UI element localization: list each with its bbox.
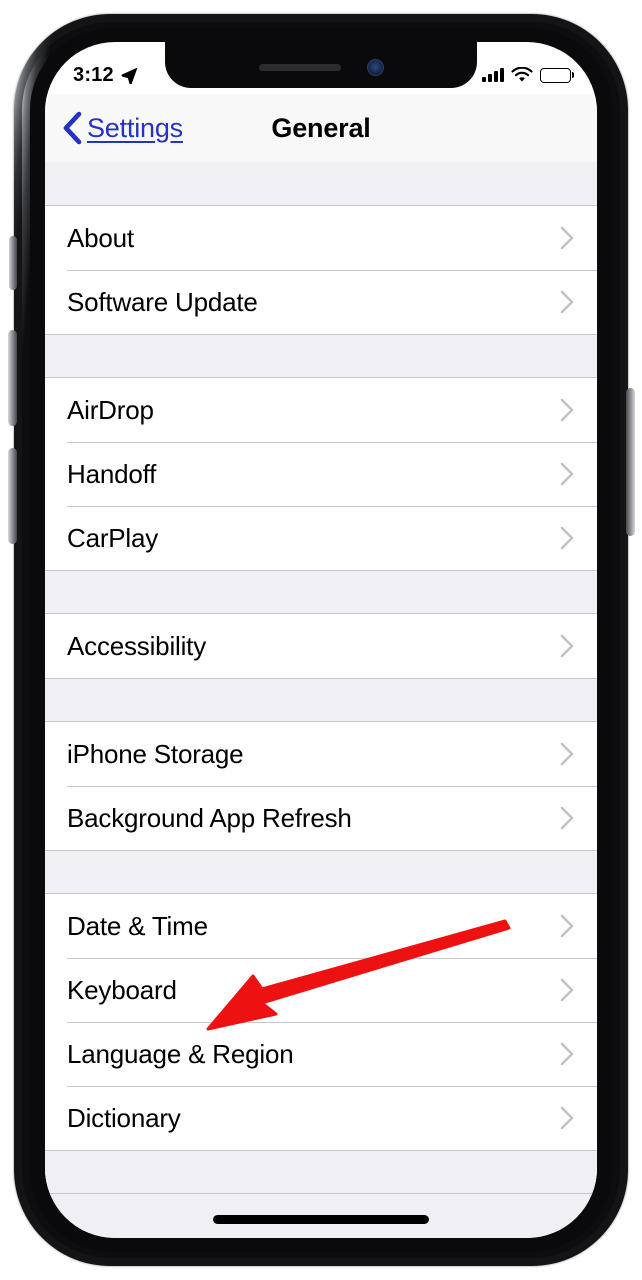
- settings-row-airdrop[interactable]: AirDrop: [45, 378, 597, 442]
- chevron-right-icon: [560, 806, 574, 830]
- status-bar-right: [482, 67, 571, 83]
- settings-row-language-and-region[interactable]: Language & Region: [45, 1022, 597, 1086]
- settings-group-1: About Software Update: [45, 206, 597, 334]
- row-label: Date & Time: [67, 910, 208, 941]
- chevron-right-icon: [560, 462, 574, 486]
- home-indicator[interactable]: [213, 1215, 429, 1224]
- back-button[interactable]: Settings: [61, 111, 183, 145]
- display-notch: [165, 42, 477, 88]
- chevron-right-icon: [560, 634, 574, 658]
- settings-row-background-app-refresh[interactable]: Background App Refresh: [45, 786, 597, 850]
- navigation-bar: Settings General: [45, 94, 597, 162]
- settings-group-4: iPhone Storage Background App Refresh: [45, 722, 597, 850]
- group-spacer: [45, 162, 597, 206]
- volume-up-button[interactable]: [8, 330, 17, 426]
- screenshot-root: 3:12 Settings General About Software Upd…: [0, 0, 642, 1280]
- chevron-right-icon: [560, 1106, 574, 1130]
- wifi-icon: [511, 67, 533, 82]
- settings-table[interactable]: About Software Update AirDrop Handoff Ca…: [45, 162, 597, 1238]
- settings-group-5: Date & Time Keyboard Language & Region D…: [45, 894, 597, 1150]
- phone-screen: 3:12 Settings General About Software Upd…: [45, 42, 597, 1238]
- group-spacer-bottom: [45, 1150, 597, 1194]
- settings-row-dictionary[interactable]: Dictionary: [45, 1086, 597, 1150]
- row-label: Software Update: [67, 286, 258, 317]
- earpiece-speaker-icon: [258, 63, 341, 71]
- settings-group-3: Accessibility: [45, 614, 597, 678]
- row-label: AirDrop: [67, 394, 154, 425]
- row-label: About: [67, 222, 134, 253]
- status-bar-time: 3:12: [73, 63, 114, 86]
- chevron-right-icon: [560, 526, 574, 550]
- chevron-right-icon: [560, 742, 574, 766]
- group-spacer: [45, 850, 597, 894]
- chevron-right-icon: [560, 978, 574, 1002]
- row-label: CarPlay: [67, 522, 159, 553]
- battery-icon: [540, 67, 571, 83]
- row-label: Background App Refresh: [67, 802, 352, 833]
- chevron-right-icon: [560, 226, 574, 250]
- settings-row-keyboard[interactable]: Keyboard: [45, 958, 597, 1022]
- group-spacer: [45, 570, 597, 614]
- group-spacer: [45, 678, 597, 722]
- row-label: Accessibility: [67, 630, 206, 661]
- chevron-right-icon: [560, 398, 574, 422]
- row-label: Keyboard: [67, 974, 177, 1005]
- row-label: Handoff: [67, 458, 157, 489]
- back-button-label: Settings: [87, 112, 183, 143]
- chevron-right-icon: [560, 1042, 574, 1066]
- silent-switch-button[interactable]: [9, 236, 17, 290]
- cellular-signal-icon: [482, 68, 504, 82]
- chevron-left-icon: [63, 111, 82, 145]
- chevron-right-icon: [560, 914, 574, 938]
- settings-row-carplay[interactable]: CarPlay: [45, 506, 597, 570]
- side-power-button[interactable]: [626, 388, 635, 536]
- settings-row-iphone-storage[interactable]: iPhone Storage: [45, 722, 597, 786]
- volume-down-button[interactable]: [8, 448, 17, 544]
- settings-row-date-and-time[interactable]: Date & Time: [45, 894, 597, 958]
- group-spacer: [45, 334, 597, 378]
- location-arrow-icon: [121, 67, 138, 84]
- settings-group-2: AirDrop Handoff CarPlay: [45, 378, 597, 570]
- row-label: Language & Region: [67, 1038, 294, 1069]
- row-label: iPhone Storage: [67, 738, 244, 769]
- settings-row-accessibility[interactable]: Accessibility: [45, 614, 597, 678]
- settings-row-software-update[interactable]: Software Update: [45, 270, 597, 334]
- settings-row-about[interactable]: About: [45, 206, 597, 270]
- chevron-right-icon: [560, 290, 574, 314]
- settings-row-handoff[interactable]: Handoff: [45, 442, 597, 506]
- row-label: Dictionary: [67, 1102, 181, 1133]
- front-camera-icon: [366, 58, 384, 76]
- status-bar-left: 3:12: [73, 64, 138, 87]
